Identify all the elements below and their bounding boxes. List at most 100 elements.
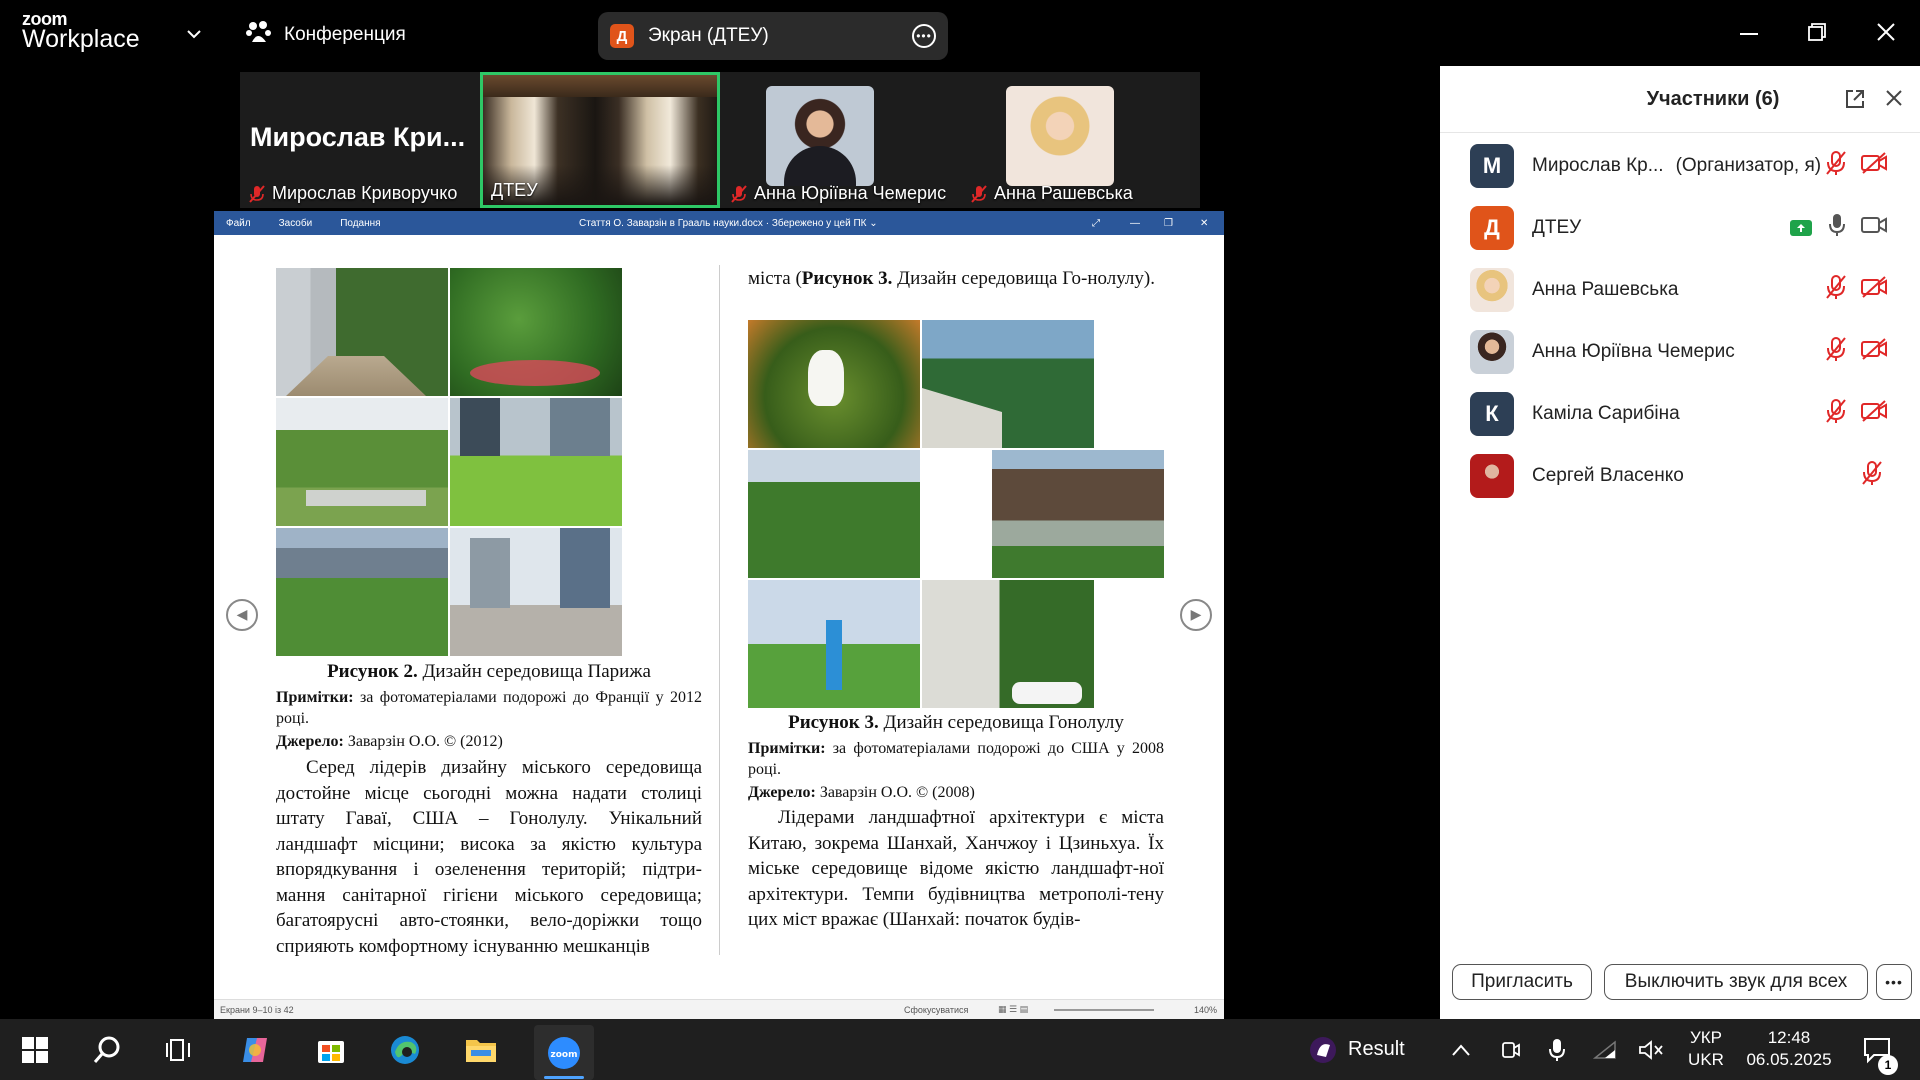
participant-name: Сергей Власенко bbox=[1532, 465, 1684, 486]
edge-browser-icon[interactable] bbox=[384, 1029, 426, 1071]
meet-now-icon[interactable] bbox=[1490, 1029, 1532, 1071]
participant-name: Анна Юріївна Чемерис bbox=[1532, 341, 1735, 362]
zoom-logo: zoom Workplace bbox=[22, 10, 140, 52]
screen-sharing-icon bbox=[1790, 220, 1812, 236]
column-divider bbox=[719, 265, 720, 955]
share-avatar: Д bbox=[610, 24, 634, 48]
avatar: Д bbox=[1470, 206, 1514, 250]
wifi-icon[interactable] bbox=[1584, 1029, 1626, 1071]
photo-paris-3 bbox=[276, 398, 448, 526]
right-body-text: Лідерами ландшафтної архітектури є міста… bbox=[748, 807, 1164, 930]
doc-close-icon: ✕ bbox=[1200, 217, 1209, 229]
participant-name: Каміла Сарибіна bbox=[1532, 403, 1680, 424]
video-tile-rashevska[interactable]: Анна Рашевська bbox=[962, 72, 1200, 208]
note-bold: Примітки: bbox=[748, 740, 826, 757]
participant-row[interactable]: К Каміла Сарибіна bbox=[1470, 384, 1910, 444]
file-explorer-icon[interactable] bbox=[460, 1029, 502, 1071]
menu-file: Файл bbox=[226, 217, 251, 229]
prev-page-arrow-icon[interactable]: ◀ bbox=[226, 599, 258, 631]
mic-muted-icon bbox=[970, 184, 988, 204]
video-strip: Мирослав Кри... Мирослав Криворучко ДТЕУ… bbox=[240, 72, 1200, 208]
windows-start-icon[interactable] bbox=[14, 1029, 56, 1071]
photo-honolulu-5 bbox=[748, 580, 920, 708]
zoom-taskbar-icon[interactable]: zoom bbox=[534, 1025, 594, 1080]
participant-name: ДТЕУ bbox=[1532, 217, 1582, 238]
video-off-icon[interactable] bbox=[1860, 337, 1888, 367]
participant-row[interactable]: Сергей Власенко bbox=[1470, 446, 1910, 506]
tile-name-bar: ДТЕУ bbox=[491, 180, 538, 201]
caption-text: Дизайн середовища Гонолулу bbox=[878, 712, 1124, 733]
video-icon[interactable] bbox=[1860, 213, 1888, 243]
avatar bbox=[766, 86, 874, 186]
video-off-icon[interactable] bbox=[1860, 399, 1888, 429]
top-text-1: міста ( bbox=[748, 268, 802, 289]
clock[interactable]: 12:48 06.05.2025 bbox=[1740, 1027, 1838, 1071]
language-indicator[interactable]: УКР UKR bbox=[1686, 1027, 1726, 1071]
screen-share-indicator[interactable]: Д Экран (ДТЕУ) ••• bbox=[598, 12, 948, 60]
mic-muted-icon[interactable] bbox=[1824, 274, 1848, 306]
participants-paw-icon bbox=[246, 20, 272, 50]
participant-name: Мирослав Кр... bbox=[1532, 155, 1664, 176]
more-options-icon[interactable]: ••• bbox=[1876, 964, 1912, 1000]
photo-paris-5 bbox=[276, 528, 448, 656]
avatar bbox=[1470, 330, 1514, 374]
view-modes-icon: ▦ ☰ ▤ bbox=[998, 1004, 1029, 1014]
video-off-icon[interactable] bbox=[1860, 275, 1888, 305]
left-body-text: Серед лідерів дизайну міського середовищ… bbox=[276, 757, 702, 957]
copilot-icon[interactable] bbox=[234, 1029, 276, 1071]
minimize-button[interactable] bbox=[1735, 20, 1763, 48]
zoom-slider bbox=[1054, 1009, 1154, 1011]
avatar: К bbox=[1470, 392, 1514, 436]
photo-honolulu-3 bbox=[748, 450, 920, 578]
chevron-up-icon[interactable] bbox=[1440, 1029, 1482, 1071]
close-window-button[interactable] bbox=[1872, 18, 1900, 46]
restore-button[interactable] bbox=[1803, 18, 1831, 46]
popout-icon[interactable] bbox=[1844, 88, 1868, 112]
video-tile-chemerys[interactable]: Анна Юріївна Чемерис bbox=[722, 72, 960, 208]
word-title-bar: Файл Засоби Подання Стаття О. Заварзін в… bbox=[214, 211, 1224, 235]
doc-restore-icon: ❐ bbox=[1164, 217, 1173, 229]
mute-all-button[interactable]: Выключить звук для всех bbox=[1604, 964, 1868, 1000]
mic-muted-icon[interactable] bbox=[1824, 398, 1848, 430]
search-icon[interactable] bbox=[86, 1029, 128, 1071]
notification-badge: 1 bbox=[1878, 1055, 1898, 1075]
source-bold: Джерело: bbox=[276, 733, 344, 750]
next-page-arrow-icon[interactable]: ▶ bbox=[1180, 599, 1212, 631]
video-tile-dteu[interactable]: ДТЕУ bbox=[480, 72, 720, 208]
microphone-icon[interactable] bbox=[1536, 1029, 1578, 1071]
tile-name: ДТЕУ bbox=[491, 180, 538, 200]
participant-row[interactable]: Анна Рашевська bbox=[1470, 260, 1910, 320]
figure-3-caption: Рисунок 3. Дизайн середовища Гонолулу bbox=[748, 710, 1164, 736]
participant-row[interactable]: Д ДТЕУ bbox=[1470, 198, 1910, 258]
invite-button[interactable]: Пригласить bbox=[1452, 964, 1592, 1000]
participant-row[interactable]: М Мирослав Кр... (Организатор, я) bbox=[1470, 136, 1910, 196]
widget-label[interactable]: Result bbox=[1348, 1038, 1405, 1060]
video-tile-host[interactable]: Мирослав Кри... Мирослав Криворучко bbox=[240, 72, 478, 208]
source-text: Заварзін О.О. © (2008) bbox=[815, 784, 975, 801]
word-status-bar: Екрани 9–10 із 42 Сфокусуватися ▦ ☰ ▤ 14… bbox=[214, 999, 1224, 1019]
source-bold: Джерело: bbox=[748, 784, 816, 801]
speaker-muted-icon[interactable] bbox=[1630, 1029, 1672, 1071]
fullscreen-icon: ⤢ bbox=[1092, 217, 1100, 229]
task-view-icon[interactable] bbox=[158, 1029, 200, 1071]
chevron-down-icon[interactable] bbox=[182, 22, 206, 46]
more-options-icon[interactable]: ••• bbox=[912, 24, 936, 48]
premier-league-widget-icon[interactable] bbox=[1302, 1029, 1344, 1071]
tile-name-bar: Мирослав Криворучко bbox=[248, 183, 457, 204]
document-page: Рисунок 2. Дизайн середовища Парижа Прим… bbox=[214, 235, 1224, 999]
participant-row[interactable]: Анна Юріївна Чемерис bbox=[1470, 322, 1910, 382]
top-text-2: Дизайн середовища Го-нолулу). bbox=[892, 268, 1155, 289]
mic-muted-icon[interactable] bbox=[1824, 150, 1848, 182]
meeting-menu-button[interactable]: Конференция bbox=[246, 20, 406, 50]
mic-muted-icon[interactable] bbox=[1824, 336, 1848, 368]
top-text-bold: Рисунок 3. bbox=[801, 268, 893, 289]
mic-on-icon[interactable] bbox=[1828, 213, 1846, 243]
tile-name-bar: Анна Рашевська bbox=[970, 183, 1133, 204]
avatar bbox=[1470, 454, 1514, 498]
photo-honolulu-6 bbox=[922, 580, 1094, 708]
microsoft-store-icon[interactable] bbox=[310, 1029, 352, 1071]
mic-muted-icon[interactable] bbox=[1860, 460, 1884, 492]
video-off-icon[interactable] bbox=[1860, 151, 1888, 181]
close-panel-icon[interactable] bbox=[1884, 88, 1908, 112]
tile-name: Анна Юріївна Чемерис bbox=[754, 183, 947, 203]
